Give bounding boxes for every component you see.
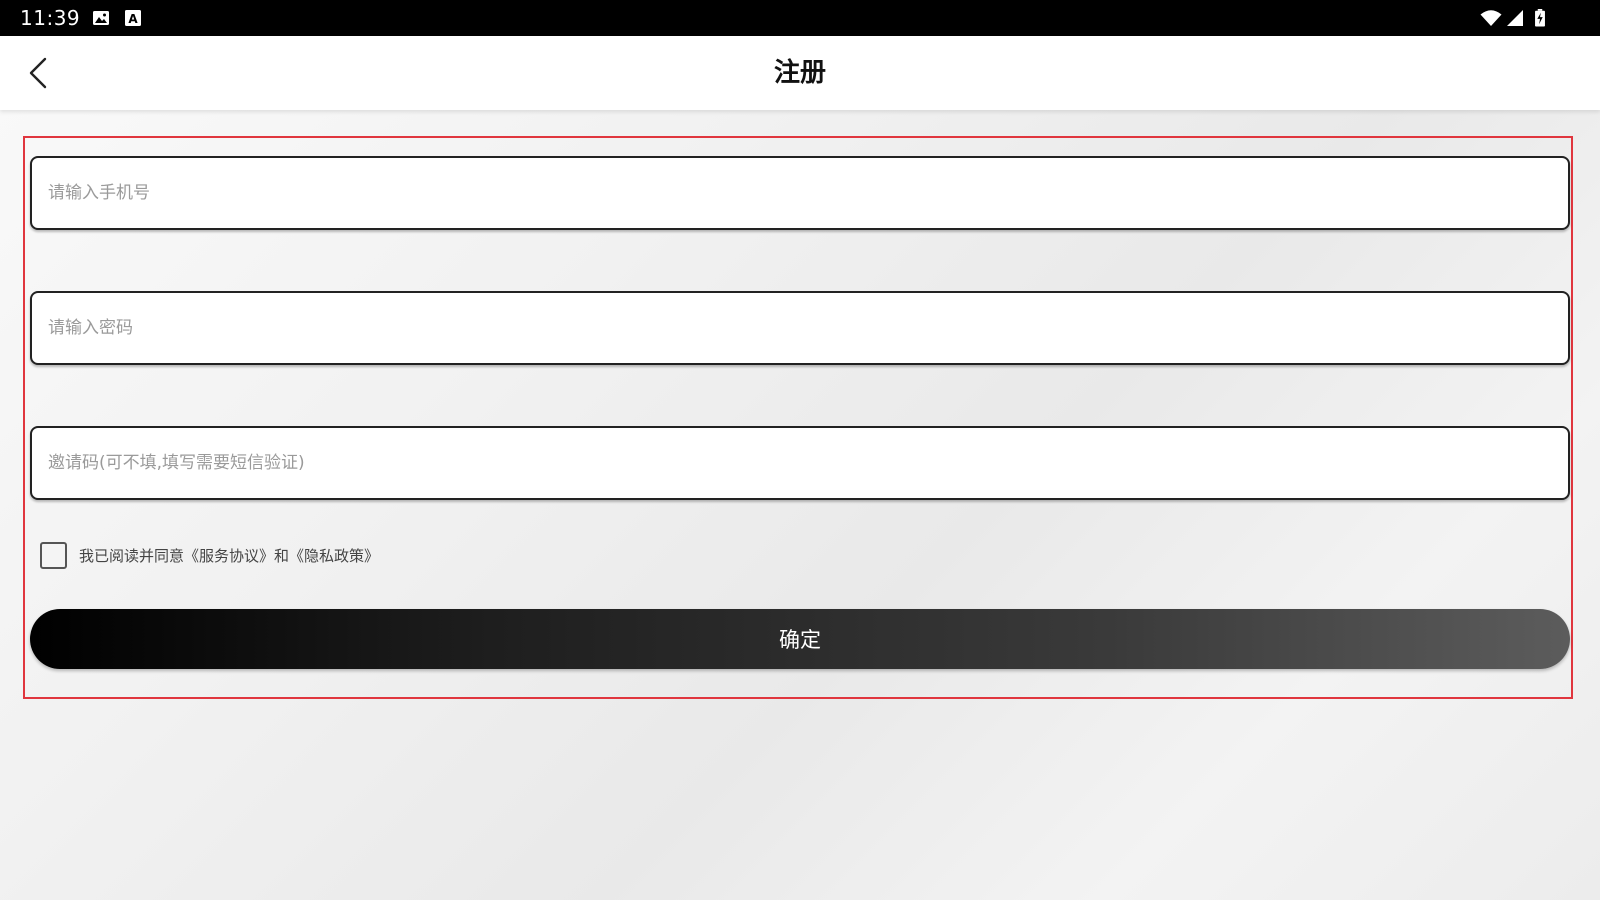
phone-input[interactable] (32, 158, 1568, 228)
agreement-text[interactable]: 我已阅读并同意《服务协议》和《隐私政策》 (79, 545, 379, 566)
password-input[interactable] (32, 293, 1568, 363)
invite-code-field[interactable] (30, 426, 1570, 500)
agreement-row: 我已阅读并同意《服务协议》和《隐私政策》 (40, 541, 379, 569)
status-time: 11:39 (20, 6, 81, 30)
wifi-icon (1480, 10, 1502, 26)
battery-charging-icon (1535, 9, 1545, 27)
cellular-signal-icon (1507, 10, 1523, 26)
invite-code-input[interactable] (32, 428, 1568, 498)
phone-field[interactable] (30, 156, 1570, 230)
image-notification-icon (93, 11, 109, 25)
status-bar: 11:39 A (0, 0, 1600, 36)
svg-text:A: A (128, 12, 138, 26)
app-header: 注册 (0, 36, 1600, 110)
agreement-checkbox[interactable] (40, 541, 67, 569)
password-field[interactable] (30, 291, 1570, 365)
font-a-notification-icon: A (125, 10, 141, 26)
confirm-button[interactable]: 确定 (30, 609, 1570, 669)
page-title: 注册 (773, 58, 826, 88)
